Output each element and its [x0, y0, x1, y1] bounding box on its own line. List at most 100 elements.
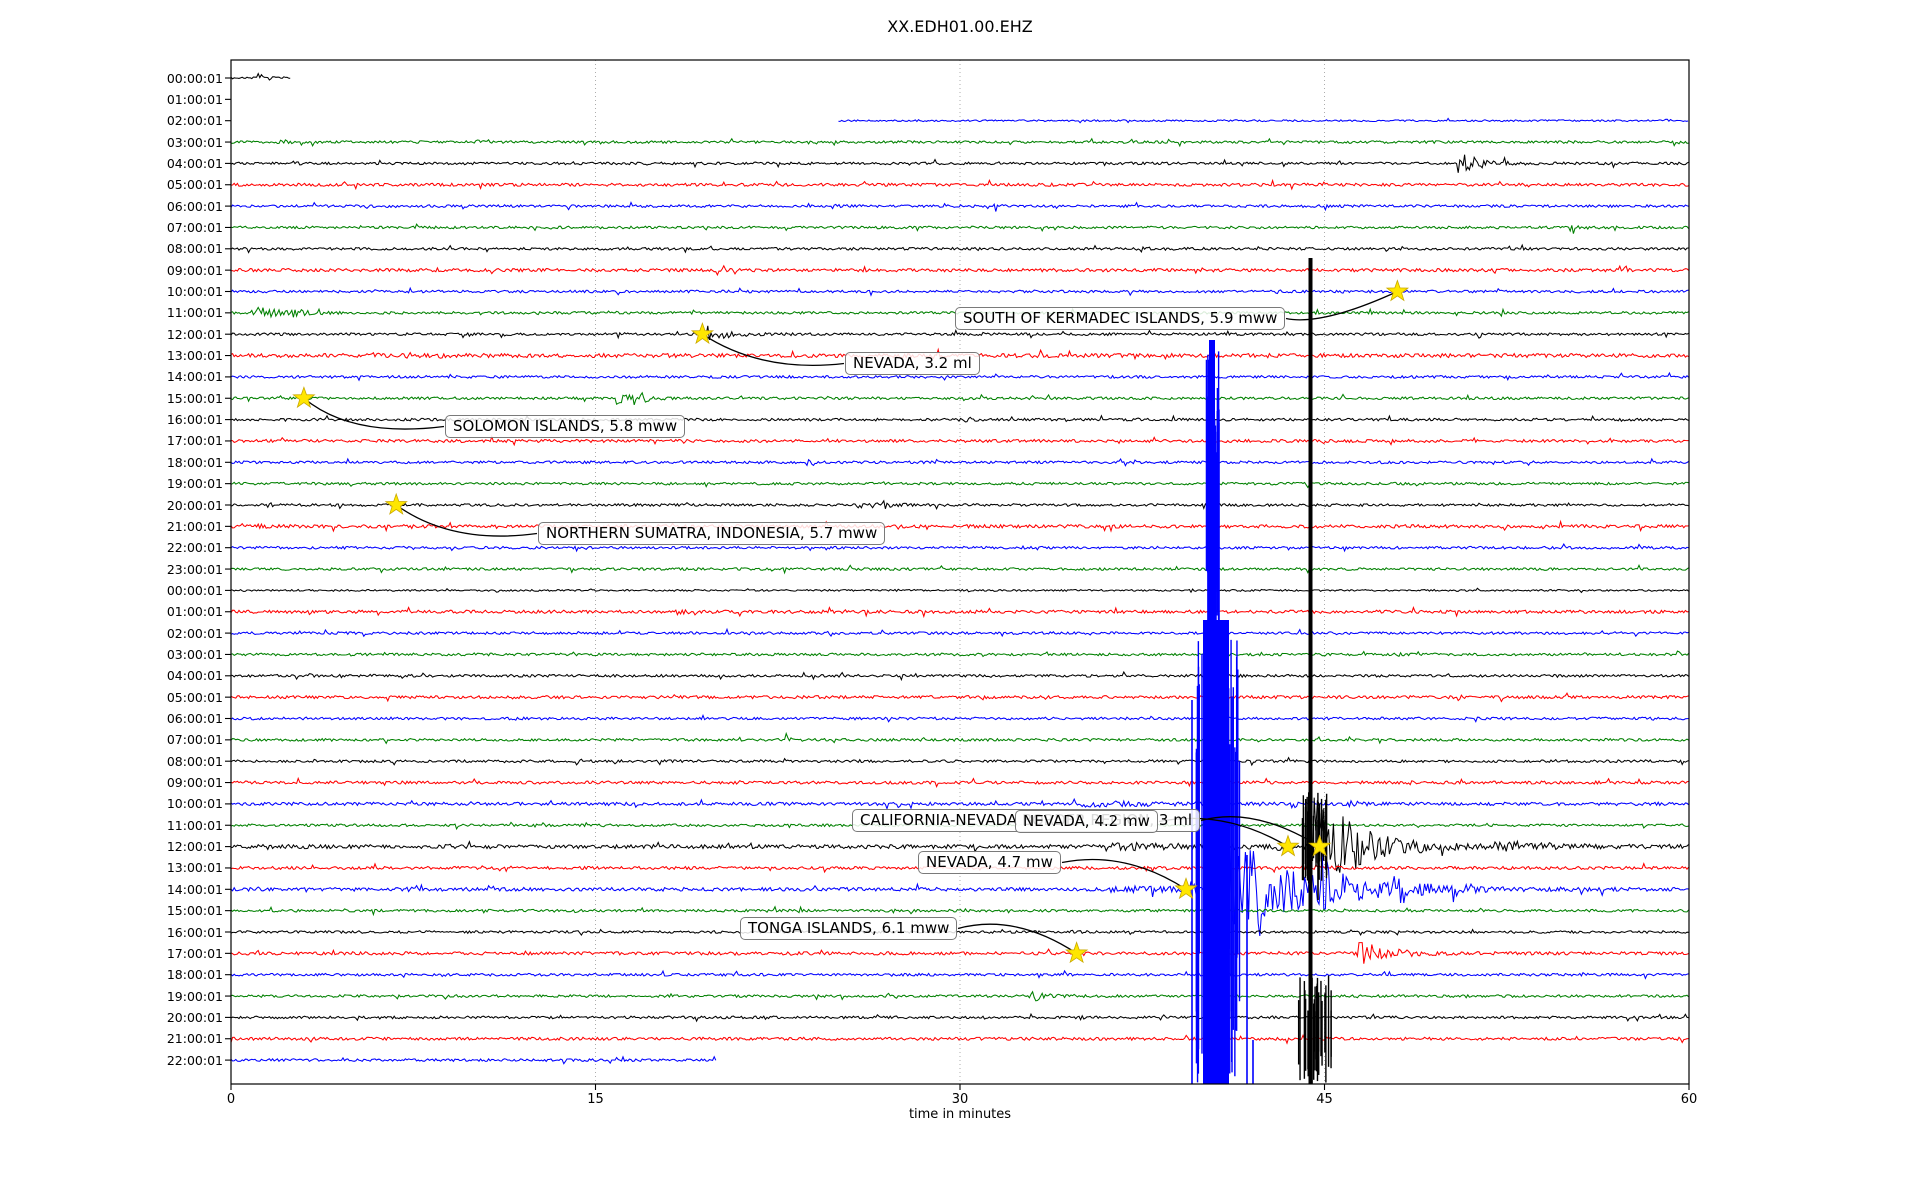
clipped-event-blue	[1191, 340, 1254, 1084]
y-tick-label: 00:00:01	[166, 70, 223, 86]
event-label: SOLOMON ISLANDS, 5.8 mww	[445, 415, 686, 438]
y-tick-label: 19:00:01	[166, 476, 223, 492]
y-tick-label: 07:00:01	[166, 732, 223, 748]
y-tick-label: 21:00:01	[166, 518, 223, 534]
y-tick-label: 17:00:01	[166, 433, 223, 449]
y-tick-label: 12:00:01	[166, 839, 223, 855]
event-label: NORTHERN SUMATRA, INDONESIA, 5.7 mww	[538, 522, 886, 545]
y-tick-label: 18:00:01	[166, 967, 223, 983]
event-stars	[292, 279, 1410, 964]
y-tick-label: 00:00:01	[166, 582, 223, 598]
trace-row-26	[230, 627, 1689, 638]
y-tick-label: 10:00:01	[166, 796, 223, 812]
event-star	[1174, 877, 1198, 900]
y-tick-label: 04:00:01	[166, 155, 223, 171]
trace-row-40	[230, 926, 1689, 937]
event-label: SOUTH OF KERMADEC ISLANDS, 5.9 mww	[955, 307, 1286, 330]
x-axis-label: time in minutes	[908, 1107, 1012, 1122]
trace-row-15	[230, 391, 1689, 406]
y-tick-label: 11:00:01	[166, 305, 223, 321]
trace-row-33	[230, 776, 1689, 788]
event-label: NEVADA, 3.2 ml	[845, 352, 980, 375]
y-tick-label: 01:00:01	[166, 91, 223, 107]
y-tick-label: 12:00:01	[166, 326, 223, 342]
trace-row-23	[230, 563, 1689, 575]
trace-row-5	[230, 178, 1689, 191]
y-tick-label: 22:00:01	[166, 1052, 223, 1068]
trace-row-6	[230, 201, 1689, 212]
event-label: NEVADA, 4.2 mw	[1015, 810, 1158, 833]
y-tick-label: 05:00:01	[166, 177, 223, 193]
seismogram-figure: XX.EDH01.00.EHZ 00:00:01 01:00:01 02:00:01…	[0, 0, 1920, 1200]
y-tick-label: 14:00:01	[166, 369, 223, 385]
y-tick-label: 15:00:01	[166, 903, 223, 919]
event-star	[1065, 941, 1089, 964]
y-tick-label: 09:00:01	[166, 775, 223, 791]
x-tick-label: 0	[226, 1092, 236, 1107]
trace-row-46	[230, 1055, 717, 1065]
y-tick-label: 16:00:01	[166, 412, 223, 428]
y-tick-label: 15:00:01	[166, 390, 223, 406]
y-tick-label: 13:00:01	[166, 860, 223, 876]
y-tick-label: 04:00:01	[166, 668, 223, 684]
y-tick-label: 10:00:01	[166, 284, 223, 299]
event-star	[1385, 279, 1410, 302]
y-tick-label: 16:00:01	[166, 924, 223, 940]
trace-row-32	[230, 756, 1689, 767]
axes	[225, 59, 1690, 1090]
trace-row-31	[230, 731, 1689, 745]
event-star	[690, 321, 715, 345]
trace-row-28	[230, 670, 1689, 682]
trace-row-27	[230, 650, 1689, 658]
y-tick-label: 20:00:01	[166, 1009, 223, 1025]
traces	[230, 72, 1690, 1065]
trace-row-22	[230, 543, 1689, 553]
trace-row-4	[230, 154, 1689, 173]
event-star	[1276, 834, 1300, 857]
trace-row-9	[230, 264, 1689, 277]
y-tick-label: 20:00:01	[166, 497, 223, 513]
y-tick-label: 17:00:01	[166, 945, 223, 961]
y-tick-label: 21:00:01	[166, 1031, 223, 1047]
y-tick-label: 02:00:01	[166, 625, 223, 641]
x-tick-label: 60	[1680, 1092, 1698, 1107]
clipped-event-black	[1297, 258, 1332, 1084]
trace-row-20	[230, 499, 1689, 510]
y-tick-label: 08:00:01	[166, 241, 223, 257]
event-leader-line	[1061, 858, 1187, 890]
trace-row-8	[230, 243, 1689, 254]
event-label: NEVADA, 4.7 mw	[918, 851, 1061, 874]
x-tick-label: 30	[951, 1092, 969, 1107]
clipped-event-columns	[1191, 258, 1332, 1084]
y-tick-label: 06:00:01	[166, 198, 223, 214]
y-tick-label: 08:00:01	[166, 753, 223, 769]
y-tick-label: 09:00:01	[166, 262, 223, 278]
y-tick-label: 22:00:01	[166, 540, 223, 556]
trace-row-39	[230, 905, 1690, 917]
x-tick-label: 15	[587, 1092, 604, 1107]
y-tick-label: 23:00:01	[166, 561, 223, 577]
helicorder-plot	[225, 59, 1690, 1090]
y-tick-label: 07:00:01	[166, 219, 223, 235]
trace-row-0	[230, 72, 291, 81]
y-tick-label: 03:00:01	[166, 646, 223, 662]
event-star	[384, 492, 408, 515]
event-leader-line	[303, 397, 445, 430]
trace-row-2	[838, 117, 1689, 124]
y-tick-label: 01:00:01	[166, 604, 223, 620]
y-tick-label: 19:00:01	[166, 988, 223, 1004]
event-leader-line	[957, 923, 1077, 954]
y-tick-label: 14:00:01	[166, 881, 223, 897]
event-leader-line	[395, 504, 538, 537]
y-tick-label: 03:00:01	[166, 134, 223, 150]
trace-row-10	[230, 286, 1689, 297]
y-tick-label: 06:00:01	[166, 711, 223, 726]
y-tick-label: 13:00:01	[166, 348, 223, 364]
y-tick-label: 02:00:01	[166, 113, 223, 129]
x-tick-label: 45	[1316, 1092, 1333, 1107]
event-leader-line	[1285, 290, 1398, 321]
trace-row-43	[230, 990, 1689, 1002]
y-tick-label: 11:00:01	[166, 817, 223, 833]
y-tick-label: 05:00:01	[166, 689, 223, 705]
event-label: TONGA ISLANDS, 6.1 mww	[740, 917, 958, 940]
